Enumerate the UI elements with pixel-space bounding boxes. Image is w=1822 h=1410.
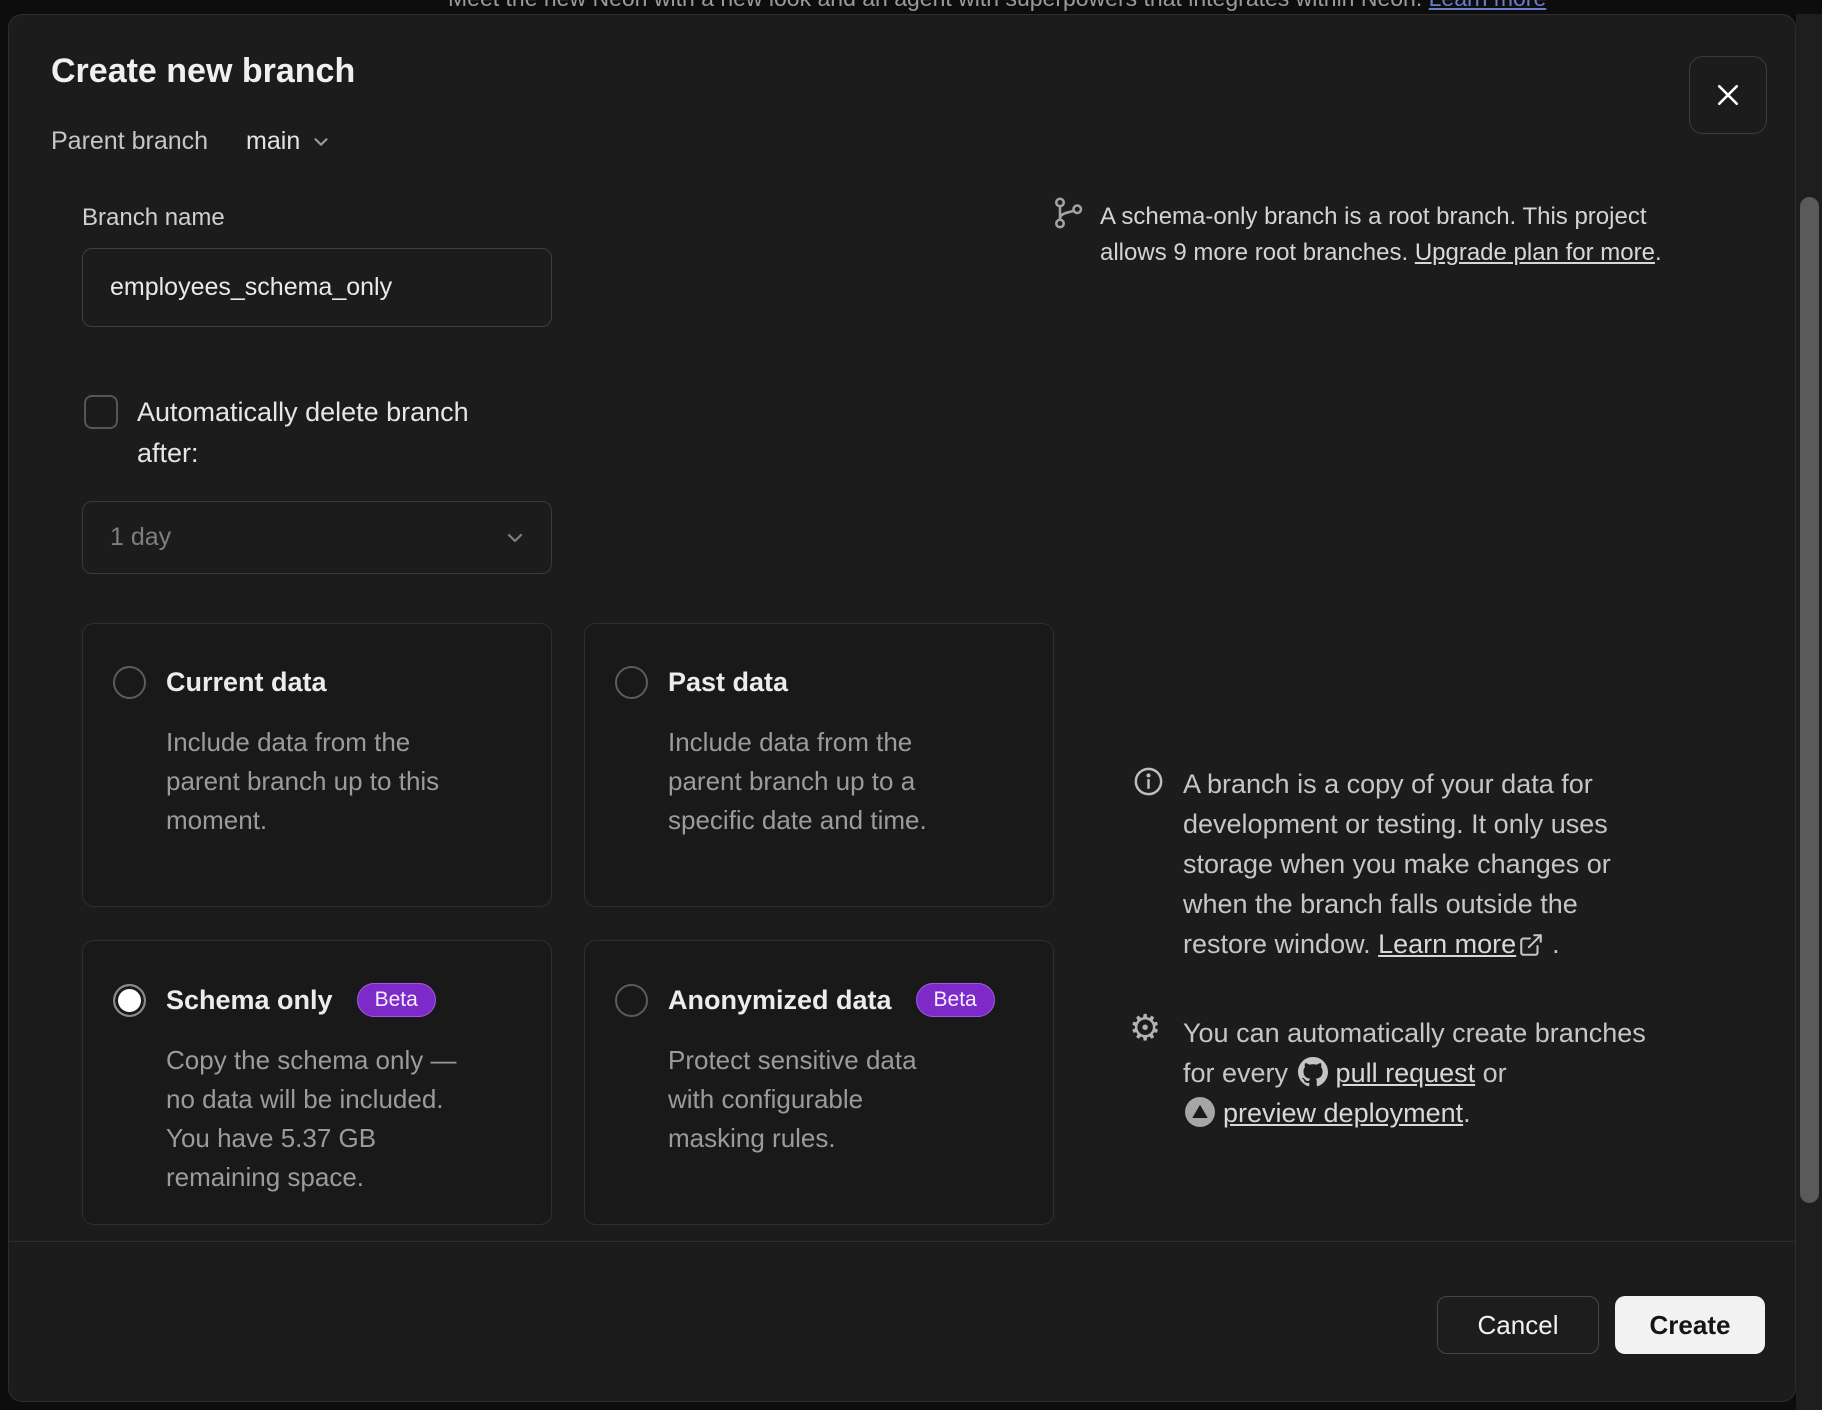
schema-only-note: A schema-only branch is a root branch. T… [1100, 199, 1780, 271]
auto-delete-checkbox[interactable] [84, 395, 118, 429]
automation-middle-text: or [1475, 1058, 1507, 1088]
branch-info-suffix: . [1552, 929, 1560, 959]
radio-schema-only[interactable] [113, 984, 146, 1017]
option-card-header: Past data [585, 624, 1053, 699]
option-card-current-data[interactable]: Current data Include data from the paren… [82, 623, 552, 907]
beta-badge: Beta [916, 983, 995, 1017]
option-title: Anonymized data [668, 985, 892, 1016]
option-card-past-data[interactable]: Past data Include data from the parent b… [584, 623, 1054, 907]
learn-more-link[interactable]: Learn more [1378, 929, 1516, 959]
external-link-icon [1518, 932, 1544, 958]
close-icon [1713, 80, 1743, 110]
automation-suffix: . [1463, 1098, 1471, 1128]
option-card-anonymized-data[interactable]: Anonymized data Beta Protect sensitive d… [584, 940, 1054, 1225]
auto-delete-label[interactable]: Automatically delete branch after: [137, 392, 597, 474]
cancel-button[interactable]: Cancel [1437, 1296, 1599, 1354]
close-button[interactable] [1689, 56, 1767, 134]
parent-branch-label: Parent branch [51, 127, 208, 156]
chevron-down-icon [310, 131, 332, 153]
beta-badge: Beta [357, 983, 436, 1017]
app-background: Meet the new Neon with a new look and an… [0, 0, 1822, 1410]
upgrade-plan-link[interactable]: Upgrade plan for more [1415, 239, 1655, 266]
schema-only-note-suffix: . [1655, 239, 1662, 266]
preview-deployment-link[interactable]: preview deployment [1223, 1098, 1463, 1128]
ttl-selected-value: 1 day [110, 523, 503, 552]
promo-banner: Meet the new Neon with a new look and an… [448, 0, 1546, 12]
option-description: Protect sensitive data with configurable… [668, 1041, 1023, 1158]
radio-anonymized-data[interactable] [615, 984, 648, 1017]
radio-current-data[interactable] [113, 666, 146, 699]
parent-branch-value: main [246, 127, 300, 156]
option-card-schema-only[interactable]: Schema only Beta Copy the schema only — … [82, 940, 552, 1225]
chevron-down-icon [503, 526, 527, 550]
option-description: Copy the schema only — no data will be i… [166, 1041, 521, 1197]
ttl-select[interactable]: 1 day [82, 501, 552, 574]
parent-branch-select[interactable]: main [246, 127, 332, 156]
option-description: Include data from the parent branch up t… [668, 723, 1023, 840]
promo-banner-learn-more-link[interactable]: Learn more [1429, 0, 1547, 11]
gear-icon: ⚙ [1129, 1011, 1161, 1047]
option-card-header: Schema only Beta [83, 941, 551, 1017]
option-description: Include data from the parent branch up t… [166, 723, 521, 840]
option-card-header: Anonymized data Beta [585, 941, 1053, 1017]
create-button[interactable]: Create [1615, 1296, 1765, 1354]
automation-note: You can automatically create branches fo… [1183, 1013, 1783, 1133]
github-icon [1298, 1057, 1328, 1087]
git-branch-icon [1051, 195, 1087, 231]
footer-divider [9, 1241, 1795, 1242]
option-title: Past data [668, 667, 788, 698]
vercel-icon [1185, 1097, 1215, 1127]
promo-banner-text: Meet the new Neon with a new look and an… [448, 0, 1429, 11]
scrollbar-thumb[interactable] [1800, 197, 1819, 1203]
option-title: Schema only [166, 985, 333, 1016]
option-card-header: Current data [83, 624, 551, 699]
dialog-title: Create new branch [51, 52, 355, 91]
option-title: Current data [166, 667, 327, 698]
parent-branch-row: Parent branch main [51, 127, 332, 156]
branch-info-note: A branch is a copy of your data for deve… [1183, 764, 1743, 964]
pull-request-link[interactable]: pull request [1336, 1058, 1476, 1088]
radio-past-data[interactable] [615, 666, 648, 699]
create-branch-dialog: Create new branch Parent branch main Bra… [8, 14, 1796, 1402]
branch-name-label: Branch name [82, 204, 225, 232]
branch-name-input[interactable] [82, 248, 552, 327]
info-icon [1132, 765, 1165, 798]
